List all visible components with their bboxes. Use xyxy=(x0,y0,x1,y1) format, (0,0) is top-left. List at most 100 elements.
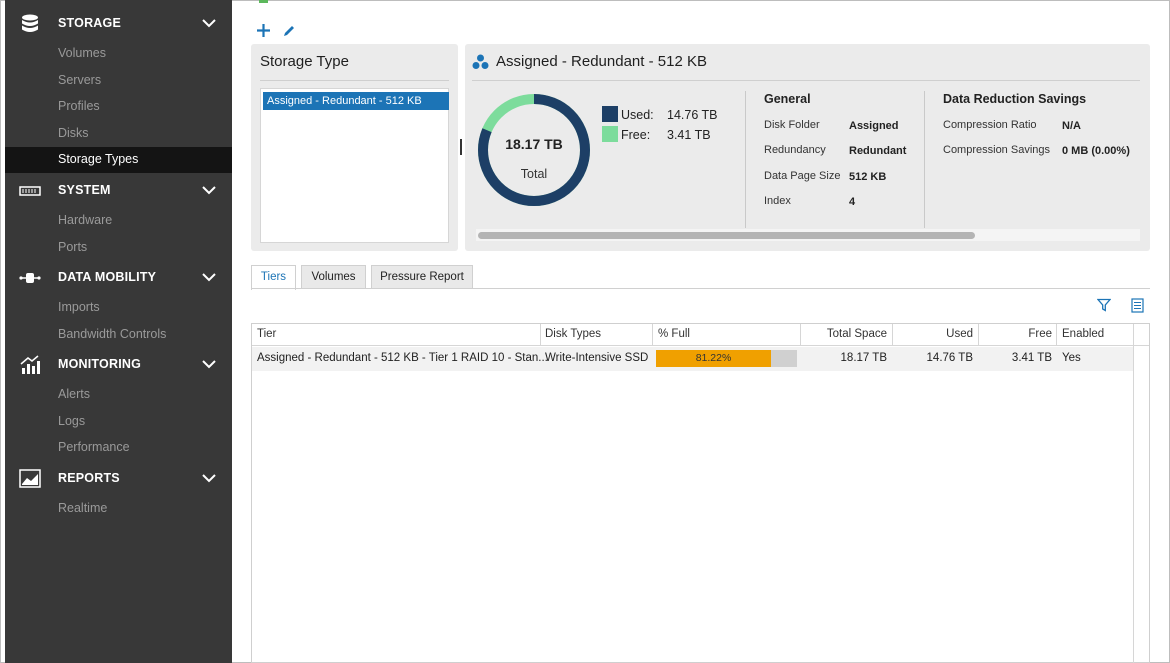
sidebar-section-system[interactable]: SYSTEM xyxy=(5,176,232,204)
pct-full-text: 81.22% xyxy=(695,352,732,364)
storage-type-title: Storage Type xyxy=(260,53,349,70)
server-rack-icon xyxy=(19,186,41,196)
general-heading: General xyxy=(764,92,811,106)
compression-ratio-value: N/A xyxy=(1062,120,1081,132)
sidebar-item-disks[interactable]: Disks xyxy=(58,126,89,140)
sidebar-item-storage-types[interactable]: Storage Types xyxy=(5,147,232,173)
sidebar: STORAGE Volumes Servers Profiles Disks S… xyxy=(5,0,232,663)
data-reduction-heading: Data Reduction Savings xyxy=(943,92,1087,106)
legend-used-value: 14.76 TB xyxy=(667,108,718,122)
divider xyxy=(745,91,746,228)
compression-savings-key: Compression Savings xyxy=(943,144,1050,156)
column-separator[interactable] xyxy=(540,324,541,346)
legend-used-label: Used: xyxy=(621,108,654,122)
tab-pressure-report[interactable]: Pressure Report xyxy=(371,265,473,289)
divider xyxy=(260,80,449,81)
compression-ratio-key: Compression Ratio xyxy=(943,119,1037,131)
column-header-enabled[interactable]: Enabled xyxy=(1062,324,1104,346)
cell-tier: Assigned - Redundant - 512 KB - Tier 1 R… xyxy=(257,352,548,364)
sidebar-item-logs[interactable]: Logs xyxy=(58,414,85,428)
storage-type-icon xyxy=(472,54,489,69)
cell-free: 3.41 TB xyxy=(1011,352,1052,364)
column-header-disk-types[interactable]: Disk Types xyxy=(545,324,601,346)
sidebar-section-storage[interactable]: STORAGE xyxy=(5,9,232,37)
cell-total-space: 18.17 TB xyxy=(840,352,887,364)
sidebar-section-label: STORAGE xyxy=(58,16,121,30)
tab-tiers[interactable]: Tiers xyxy=(251,265,296,290)
line-chart-icon xyxy=(19,469,41,488)
cell-enabled: Yes xyxy=(1062,352,1081,364)
disk-folder-key: Disk Folder xyxy=(764,119,820,131)
bar-chart-icon xyxy=(20,355,40,374)
database-icon xyxy=(22,14,38,32)
index-key: Index xyxy=(764,195,791,207)
storage-type-list: Assigned - Redundant - 512 KB xyxy=(260,88,449,243)
chevron-down-icon[interactable] xyxy=(201,15,217,31)
tab-divider xyxy=(251,288,1150,289)
sidebar-section-reports[interactable]: REPORTS xyxy=(5,464,232,492)
edit-icon[interactable] xyxy=(282,24,296,38)
page-title-icon xyxy=(259,0,268,3)
detail-scrollbar-thumb[interactable] xyxy=(478,232,975,239)
tiers-table xyxy=(251,323,1150,663)
column-header-tier[interactable]: Tier xyxy=(257,324,276,346)
legend-used-swatch xyxy=(602,106,618,122)
column-separator xyxy=(1133,324,1134,346)
sidebar-item-hardware[interactable]: Hardware xyxy=(58,213,112,227)
cell-disk-types: Write-Intensive SSD xyxy=(545,352,649,364)
column-header-used[interactable]: Used xyxy=(893,324,973,346)
sidebar-item-bandwidth-controls[interactable]: Bandwidth Controls xyxy=(58,327,166,341)
chevron-down-icon[interactable] xyxy=(201,356,217,372)
column-separator[interactable] xyxy=(652,324,653,346)
compression-savings-value: 0 MB (0.00%) xyxy=(1062,145,1130,157)
column-header-total-space[interactable]: Total Space xyxy=(801,324,887,346)
storage-type-item[interactable]: Assigned - Redundant - 512 KB xyxy=(263,92,449,110)
cell-used: 14.76 TB xyxy=(926,352,973,364)
donut-total-label: Total xyxy=(520,167,548,181)
sidebar-section-label: SYSTEM xyxy=(58,183,111,197)
tab-volumes[interactable]: Volumes xyxy=(301,265,366,289)
splitter-handle[interactable] xyxy=(460,139,462,155)
sidebar-section-label: MONITORING xyxy=(58,357,142,371)
data-mobility-icon xyxy=(19,273,41,283)
chevron-down-icon[interactable] xyxy=(201,182,217,198)
divider xyxy=(472,80,1140,81)
column-header-pct-full[interactable]: % Full xyxy=(658,324,690,346)
sidebar-item-imports[interactable]: Imports xyxy=(58,300,100,314)
disk-folder-value: Assigned xyxy=(849,120,899,132)
column-chooser-icon[interactable] xyxy=(1131,298,1144,313)
table-scrollbar-edge[interactable] xyxy=(1133,346,1134,663)
sidebar-section-label: DATA MOBILITY xyxy=(58,270,157,284)
sidebar-section-monitoring[interactable]: MONITORING xyxy=(5,350,232,378)
sidebar-item-performance[interactable]: Performance xyxy=(58,440,130,454)
redundancy-value: Redundant xyxy=(849,145,907,157)
sidebar-item-realtime[interactable]: Realtime xyxy=(58,501,107,515)
index-value: 4 xyxy=(849,196,856,208)
sidebar-item-label: Storage Types xyxy=(58,152,139,166)
header-divider xyxy=(252,345,1149,346)
legend-free-swatch xyxy=(602,126,618,142)
detail-scrollbar-track[interactable] xyxy=(476,229,1140,241)
column-header-free[interactable]: Free xyxy=(979,324,1052,346)
sidebar-item-volumes[interactable]: Volumes xyxy=(58,46,106,60)
sidebar-section-label: REPORTS xyxy=(58,471,120,485)
filter-icon[interactable] xyxy=(1097,298,1111,312)
pct-full-bar: 81.22% xyxy=(656,350,797,367)
column-separator[interactable] xyxy=(1056,324,1057,346)
legend-free-value: 3.41 TB xyxy=(667,128,711,142)
legend-free-label: Free: xyxy=(621,128,651,142)
sidebar-item-servers[interactable]: Servers xyxy=(58,73,101,87)
data-page-size-key: Data Page Size xyxy=(764,170,841,182)
add-icon[interactable] xyxy=(256,23,271,38)
data-page-size-value: 512 KB xyxy=(849,171,887,183)
sidebar-item-ports[interactable]: Ports xyxy=(58,240,87,254)
divider xyxy=(924,91,925,228)
sidebar-item-alerts[interactable]: Alerts xyxy=(58,387,90,401)
chevron-down-icon[interactable] xyxy=(201,470,217,486)
detail-title: Assigned - Redundant - 512 KB xyxy=(496,53,707,70)
chevron-down-icon[interactable] xyxy=(201,269,217,285)
sidebar-section-data-mobility[interactable]: DATA MOBILITY xyxy=(5,263,232,291)
sidebar-item-profiles[interactable]: Profiles xyxy=(58,99,100,113)
donut-total-value: 18.17 TB xyxy=(505,136,563,152)
redundancy-key: Redundancy xyxy=(764,144,826,156)
